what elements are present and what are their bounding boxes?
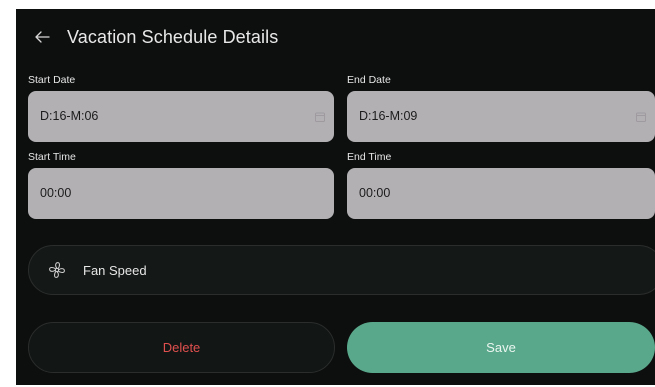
page-title: Vacation Schedule Details <box>67 26 279 47</box>
fan-speed-row[interactable]: Fan Speed <box>28 245 655 295</box>
end-date-label: End Date <box>347 74 391 86</box>
save-button-label: Save <box>486 340 516 355</box>
start-time-label: Start Time <box>28 151 76 163</box>
start-date-label: Start Date <box>28 74 76 86</box>
start-date-value: D:16-M:06 <box>40 109 99 123</box>
fan-speed-label: Fan Speed <box>83 262 147 278</box>
end-date-field[interactable]: D:16-M:09 <box>347 91 655 142</box>
end-date-value: D:16-M:09 <box>359 109 418 123</box>
calendar-icon[interactable] <box>635 110 647 122</box>
calendar-icon[interactable] <box>314 110 326 122</box>
start-time-field[interactable]: 00:00 <box>28 168 334 219</box>
end-time-field[interactable]: 00:00 <box>347 168 655 219</box>
delete-button-label: Delete <box>162 340 201 355</box>
end-time-value: 00:00 <box>359 186 391 200</box>
app-screen: Vacation Schedule Details Start Date D:1… <box>16 9 655 385</box>
start-date-field[interactable]: D:16-M:06 <box>28 91 334 142</box>
start-time-value: 00:00 <box>40 186 72 200</box>
save-button[interactable]: Save <box>347 322 655 373</box>
page-header: Vacation Schedule Details <box>33 25 278 49</box>
delete-button[interactable]: Delete <box>28 322 335 373</box>
back-arrow-icon[interactable] <box>33 28 51 46</box>
end-time-label: End Time <box>347 151 392 163</box>
fan-icon <box>47 260 67 280</box>
